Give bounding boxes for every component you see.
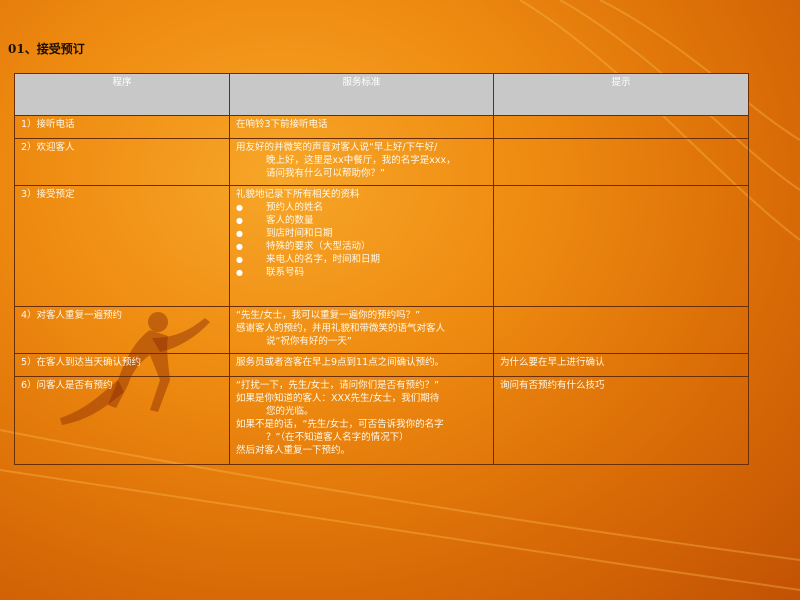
table-row: 4）对客人重复一遍预约 “先生/女士，我可以重复一遍你的预约吗？” 感谢客人的预… <box>14 306 749 354</box>
tip-cell: 询问有否预约有什么技巧 <box>493 376 749 465</box>
standard-line: 晚上好，这里是xx中餐厅，我的名字是xxx， <box>266 155 456 166</box>
standard-cell: “打扰一下，先生/女士，请问你们是否有预约？” 如果是你知道的客人：XXX先生/… <box>229 376 494 465</box>
list-item: ● 到店时间和日期 <box>236 228 333 239</box>
list-item: ● 来电人的名字，时间和日期 <box>236 254 381 265</box>
standard-cell: 用友好的并微笑的声音对客人说“早上好/下午好/ 晚上好，这里是xx中餐厅，我的名… <box>229 138 494 186</box>
header-tips: 提示 <box>493 73 749 116</box>
standard-line: 用友好的并微笑的声音对客人说“早上好/下午好/ <box>236 142 438 153</box>
bullet-icon: ● <box>236 229 243 238</box>
list-item: ● 联系号码 <box>236 267 305 278</box>
tip-cell <box>493 115 749 139</box>
standard-line: 请问我有什么可以帮助你？” <box>266 168 385 179</box>
standard-line: ？”（在不知道客人名字的情况下） <box>266 432 409 443</box>
standard-line: 说“祝你有好的一天” <box>266 336 352 347</box>
standard-cell: 服务员或者咨客在早上9点到11点之间确认预约。 <box>229 353 494 377</box>
step-cell: 1）接听电话 <box>14 115 230 139</box>
table-header-row: 程序 服务标准 提示 <box>14 73 749 116</box>
step-cell: 6）问客人是否有预约 <box>14 376 230 465</box>
standard-cell: 礼貌地记录下所有相关的资料 ● 预约人的姓名 ● 客人的数量 ● 到店时间和日期 ● 特… <box>229 185 494 307</box>
tip-cell <box>493 185 749 307</box>
bullet-icon: ● <box>236 268 243 277</box>
standard-line: 您的光临。 <box>266 406 314 417</box>
standard-line: 礼貌地记录下所有相关的资料 <box>236 189 360 200</box>
list-item: ● 客人的数量 <box>236 215 314 226</box>
standard-line: 感谢客人的预约，并用礼貌和带微笑的语气对客人 <box>236 323 446 334</box>
standard-line: “先生/女士，我可以重复一遍你的预约吗？” <box>236 310 421 321</box>
standard-line: 如果不是的话，“先生/女士，可否告诉我你的名字 <box>236 419 444 430</box>
standard-line: 如果是你知道的客人：XXX先生/女士，我们期待 <box>236 393 440 404</box>
standard-cell: “先生/女士，我可以重复一遍你的预约吗？” 感谢客人的预约，并用礼貌和带微笑的语… <box>229 306 494 354</box>
bullet-icon: ● <box>236 242 243 251</box>
service-standard-table: 程序 服务标准 提示 1）接听电话 在响铃3下前接听电话 2）欢迎客人 用友好的… <box>14 73 749 465</box>
table-row: 3）接受预定 礼貌地记录下所有相关的资料 ● 预约人的姓名 ● 客人的数量 ● 到店时… <box>14 185 749 307</box>
tip-cell: 为什么要在早上进行确认 <box>493 353 749 377</box>
header-standard: 服务标准 <box>229 73 494 116</box>
bullet-icon: ● <box>236 203 243 212</box>
list-item: ● 特殊的要求（大型活动） <box>236 241 371 252</box>
standard-line: 服务员或者咨客在早上9点到11点之间确认预约。 <box>236 357 445 368</box>
list-item: ● 预约人的姓名 <box>236 202 324 213</box>
standard-line: 然后对客人重复一下预约。 <box>236 445 351 456</box>
standard-cell: 在响铃3下前接听电话 <box>229 115 494 139</box>
bullet-list: ● 预约人的姓名 ● 客人的数量 ● 到店时间和日期 ● 特殊的要求（大型活动） ● 来电… <box>236 201 487 279</box>
table-row: 6）问客人是否有预约 “打扰一下，先生/女士，请问你们是否有预约？” 如果是你知… <box>14 376 749 465</box>
step-cell: 5）在客人到达当天确认预约 <box>14 353 230 377</box>
table-row: 2）欢迎客人 用友好的并微笑的声音对客人说“早上好/下午好/ 晚上好，这里是xx… <box>14 138 749 186</box>
step-cell: 2）欢迎客人 <box>14 138 230 186</box>
section-title: 01、接受预订 <box>8 42 85 56</box>
standard-line: 在响铃3下前接听电话 <box>236 119 328 130</box>
bullet-icon: ● <box>236 255 243 264</box>
bullet-icon: ● <box>236 216 243 225</box>
table-row: 1）接听电话 在响铃3下前接听电话 <box>14 115 749 139</box>
tip-cell <box>493 138 749 186</box>
header-procedure: 程序 <box>14 73 230 116</box>
step-cell: 3）接受预定 <box>14 185 230 307</box>
step-cell: 4）对客人重复一遍预约 <box>14 306 230 354</box>
standard-line: “打扰一下，先生/女士，请问你们是否有预约？” <box>236 380 440 391</box>
tip-cell <box>493 306 749 354</box>
table-row: 5）在客人到达当天确认预约 服务员或者咨客在早上9点到11点之间确认预约。 为什… <box>14 353 749 377</box>
